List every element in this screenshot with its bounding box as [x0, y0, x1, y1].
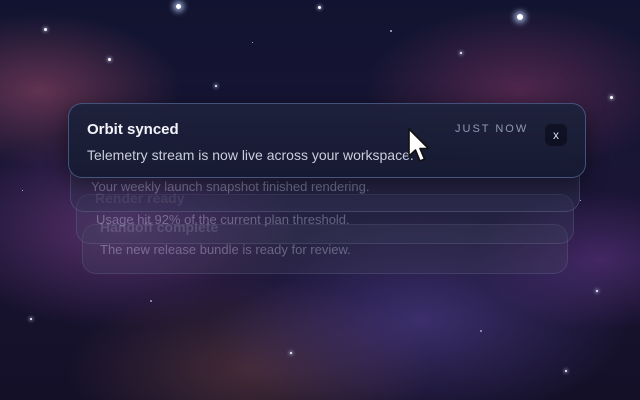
star — [215, 85, 217, 87]
star — [22, 190, 23, 191]
star — [580, 200, 581, 201]
star — [290, 352, 292, 354]
notification-message: Usage hit 92% of the current plan thresh… — [96, 212, 350, 227]
notification-timestamp: JUST NOW — [455, 123, 529, 135]
star — [517, 14, 523, 20]
star — [390, 30, 392, 32]
star — [565, 370, 567, 372]
notification-message: Telemetry stream is now live across your… — [87, 147, 414, 163]
star — [252, 42, 253, 43]
star — [150, 300, 152, 302]
notification-card-active[interactable]: Orbit synced Telemetry stream is now liv… — [68, 103, 586, 178]
mouse-pointer-icon — [408, 128, 430, 162]
star — [44, 28, 47, 31]
star — [108, 58, 111, 61]
star — [596, 290, 598, 292]
notification-title: Orbit synced — [87, 121, 179, 138]
star — [30, 318, 32, 320]
close-button[interactable]: x — [545, 124, 567, 146]
star — [480, 330, 482, 332]
notification-message: Your weekly launch snapshot finished ren… — [91, 179, 370, 194]
star — [460, 52, 462, 54]
star — [610, 96, 613, 99]
star — [176, 4, 181, 9]
star — [318, 6, 321, 9]
notification-message: The new release bundle is ready for revi… — [100, 242, 351, 257]
close-icon: x — [553, 128, 559, 142]
space-background: The new release bundle is ready for revi… — [0, 0, 640, 400]
